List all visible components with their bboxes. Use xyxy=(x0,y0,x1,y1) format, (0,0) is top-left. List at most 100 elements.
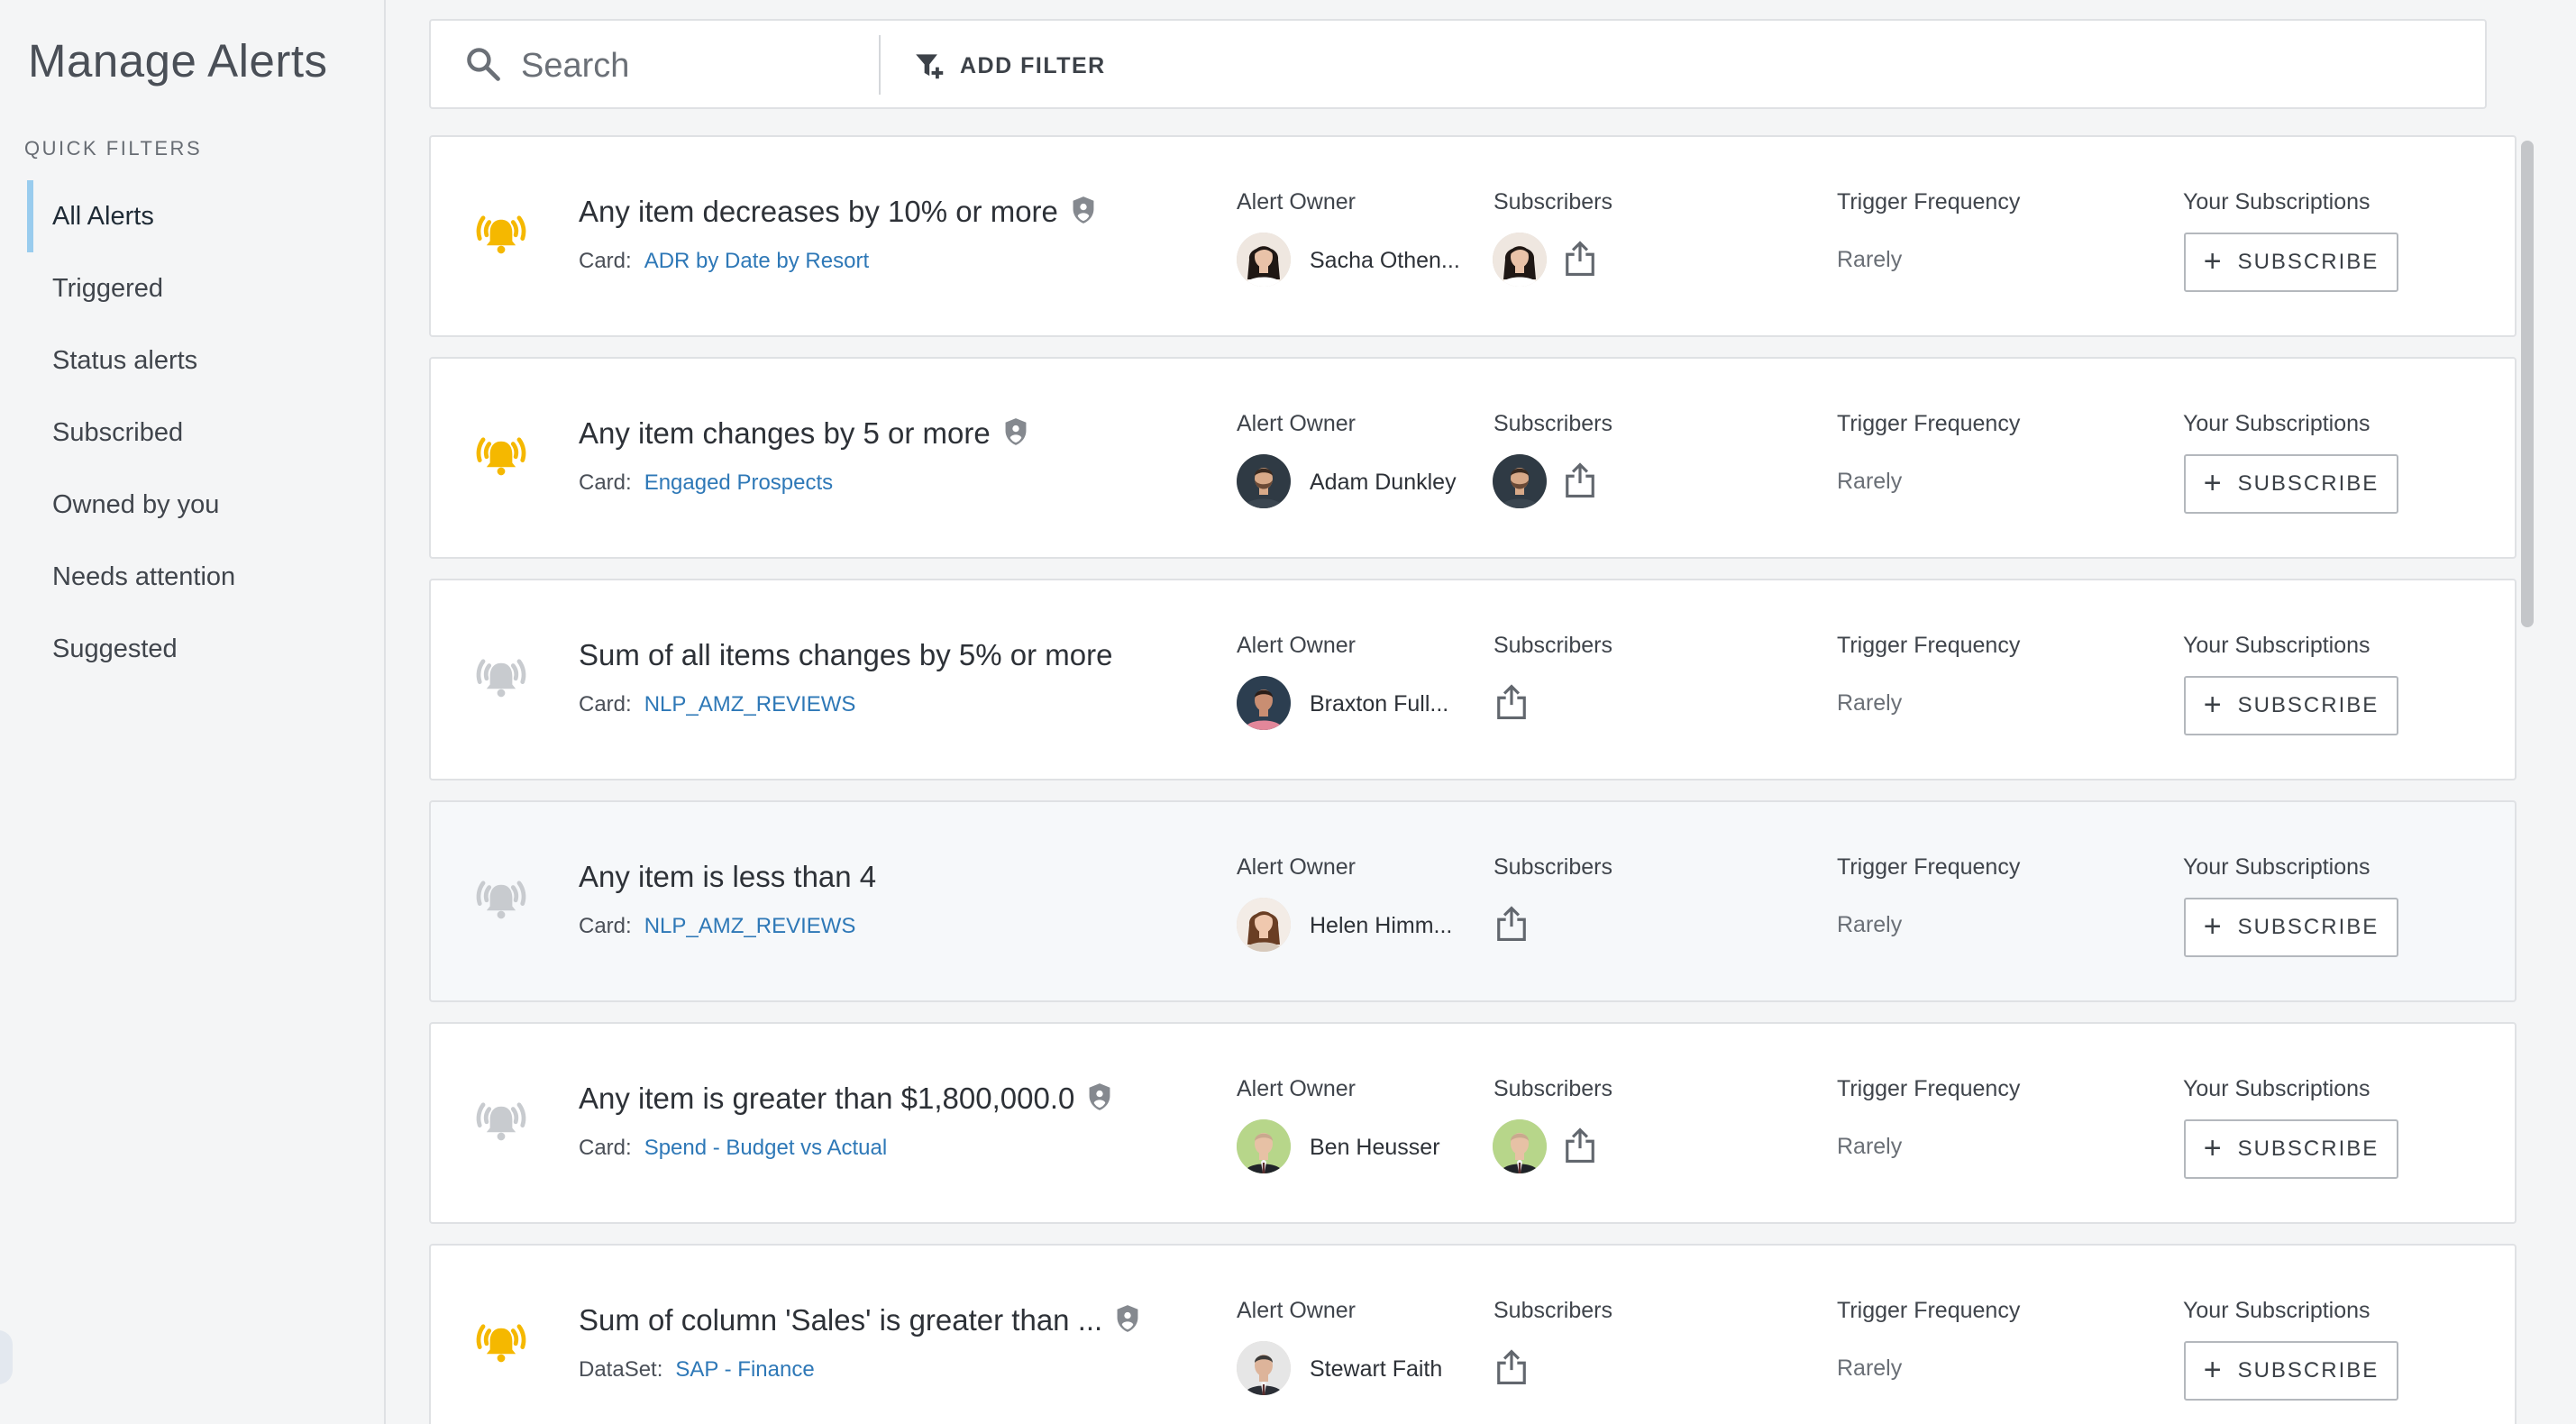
bell-active-icon xyxy=(476,215,526,254)
alert-title: Any item is less than 4 xyxy=(579,860,1156,894)
card-link[interactable]: ADR by Date by Resort xyxy=(644,249,869,273)
bell-inactive-icon xyxy=(476,1102,526,1141)
owner-avatar[interactable] xyxy=(1237,1119,1291,1173)
alert-owner-label: Alert Owner xyxy=(1237,1076,1356,1101)
source-prefix: Card: xyxy=(579,1136,632,1160)
shield-icon xyxy=(1117,1305,1138,1332)
source-prefix: Card: xyxy=(579,692,632,717)
card-link[interactable]: NLP_AMZ_REVIEWS xyxy=(644,692,856,717)
alert-owner-label: Alert Owner xyxy=(1237,633,1356,658)
subscribe-label: SUBSCRIBE xyxy=(2237,1358,2380,1383)
alert-card[interactable]: Any item is less than 4 Card: NLP_AMZ_REV… xyxy=(429,800,2517,1002)
card-source-line: Card: Spend - Budget vs Actual xyxy=(579,1136,887,1161)
shield-icon xyxy=(1005,418,1027,445)
plus-icon: + xyxy=(2203,1353,2224,1387)
owner-avatar[interactable] xyxy=(1237,1341,1291,1395)
alert-card[interactable]: Sum of column 'Sales' is greater than ..… xyxy=(429,1244,2517,1424)
quick-filters-nav: All Alerts Triggered Status alerts Subsc… xyxy=(0,180,384,685)
nav-item-needs-attention[interactable]: Needs attention xyxy=(0,541,384,613)
trigger-frequency-value: Rarely xyxy=(1837,247,1903,272)
alert-owner-label: Alert Owner xyxy=(1237,411,1356,436)
owner-avatar[interactable] xyxy=(1237,676,1291,730)
plus-icon: + xyxy=(2203,1131,2224,1165)
alert-title-text: Any item is less than 4 xyxy=(579,860,877,893)
bell-active-icon xyxy=(476,1324,526,1363)
subscriber-avatar[interactable] xyxy=(1493,1119,1547,1173)
portrait-image xyxy=(1237,233,1291,287)
alert-card[interactable]: Any item is greater than $1,800,000.0 Ca… xyxy=(429,1022,2517,1224)
share-icon[interactable] xyxy=(1563,1127,1597,1164)
card-source-line: Card: NLP_AMZ_REVIEWS xyxy=(579,914,855,939)
card-link[interactable]: NLP_AMZ_REVIEWS xyxy=(644,914,856,938)
subscribe-button[interactable]: + SUBSCRIBE xyxy=(2184,233,2398,292)
source-prefix: DataSet: xyxy=(579,1357,663,1382)
share-icon[interactable] xyxy=(1494,683,1529,721)
alert-owner-label: Alert Owner xyxy=(1237,1298,1356,1323)
scrollbar-thumb[interactable] xyxy=(2521,141,2534,627)
card-link[interactable]: Spend - Budget vs Actual xyxy=(644,1136,888,1160)
subscribe-button[interactable]: + SUBSCRIBE xyxy=(2184,1119,2398,1179)
card-source-line: DataSet: SAP - Finance xyxy=(579,1357,815,1383)
alert-title-text: Sum of all items changes by 5% or more xyxy=(579,638,1113,671)
card-link[interactable]: Engaged Prospects xyxy=(644,470,833,495)
portrait-image xyxy=(1493,233,1547,287)
subscribe-label: SUBSCRIBE xyxy=(2237,915,2380,939)
shield-icon xyxy=(1089,1083,1110,1110)
portrait-image xyxy=(1237,1341,1291,1395)
search-input[interactable] xyxy=(521,41,863,91)
subscribe-button[interactable]: + SUBSCRIBE xyxy=(2184,454,2398,514)
subscriber-avatar[interactable] xyxy=(1493,233,1547,287)
share-icon[interactable] xyxy=(1494,905,1529,943)
nav-item-subscribed[interactable]: Subscribed xyxy=(0,397,384,469)
subscribe-label: SUBSCRIBE xyxy=(2237,250,2380,274)
subscribers-label: Subscribers xyxy=(1494,1076,1612,1101)
trigger-frequency-label: Trigger Frequency xyxy=(1837,1298,2021,1323)
owner-avatar[interactable] xyxy=(1237,233,1291,287)
card-link[interactable]: SAP - Finance xyxy=(675,1357,814,1382)
trigger-frequency-value: Rarely xyxy=(1837,1356,1903,1381)
bell-active-icon xyxy=(476,437,526,476)
owner-name: Braxton Full... xyxy=(1310,691,1449,717)
alert-card[interactable]: Any item changes by 5 or more Card: Engag… xyxy=(429,357,2517,559)
source-prefix: Card: xyxy=(579,470,632,495)
trigger-frequency-label: Trigger Frequency xyxy=(1837,1076,2021,1101)
owner-name: Sacha Othen... xyxy=(1310,248,1460,273)
trigger-frequency-value: Rarely xyxy=(1837,690,1903,716)
alert-card[interactable]: Sum of all items changes by 5% or more C… xyxy=(429,579,2517,780)
subscriber-avatar[interactable] xyxy=(1493,454,1547,508)
alert-title: Any item is greater than $1,800,000.0 xyxy=(579,1082,1156,1116)
your-subscriptions-label: Your Subscriptions xyxy=(2183,1298,2370,1323)
subscribe-button[interactable]: + SUBSCRIBE xyxy=(2184,1341,2398,1401)
bell-inactive-icon xyxy=(476,881,526,919)
edge-handle[interactable] xyxy=(0,1330,13,1384)
share-icon[interactable] xyxy=(1563,240,1597,278)
search-icon xyxy=(467,48,500,81)
subscribe-button[interactable]: + SUBSCRIBE xyxy=(2184,676,2398,735)
card-source-line: Card: Engaged Prospects xyxy=(579,470,833,496)
share-icon[interactable] xyxy=(1563,461,1597,499)
subscribers-label: Subscribers xyxy=(1494,633,1612,658)
alert-title: Any item changes by 5 or more xyxy=(579,416,1156,451)
nav-item-suggested[interactable]: Suggested xyxy=(0,613,384,685)
alert-title-text: Any item is greater than $1,800,000.0 xyxy=(579,1082,1075,1115)
share-icon[interactable] xyxy=(1494,1348,1529,1386)
trigger-frequency-label: Trigger Frequency xyxy=(1837,189,2021,215)
your-subscriptions-label: Your Subscriptions xyxy=(2183,633,2370,658)
alert-card[interactable]: Any item decreases by 10% or more Card: A… xyxy=(429,135,2517,337)
nav-item-owned-by-you[interactable]: Owned by you xyxy=(0,469,384,541)
alert-title: Any item decreases by 10% or more xyxy=(579,195,1156,229)
owner-name: Ben Heusser xyxy=(1310,1135,1440,1160)
owner-avatar[interactable] xyxy=(1237,898,1291,952)
alert-title: Sum of all items changes by 5% or more xyxy=(579,638,1156,672)
subscribe-button[interactable]: + SUBSCRIBE xyxy=(2184,898,2398,957)
trigger-frequency-value: Rarely xyxy=(1837,469,1903,494)
your-subscriptions-label: Your Subscriptions xyxy=(2183,1076,2370,1101)
owner-name: Adam Dunkley xyxy=(1310,470,1457,495)
owner-avatar[interactable] xyxy=(1237,454,1291,508)
add-filter-button[interactable]: ADD FILTER xyxy=(913,44,1106,87)
nav-item-status-alerts[interactable]: Status alerts xyxy=(0,324,384,397)
subscribe-label: SUBSCRIBE xyxy=(2237,1136,2380,1161)
nav-item-triggered[interactable]: Triggered xyxy=(0,252,384,324)
manage-alerts-app: Manage Alerts QUICK FILTERS All Alerts T… xyxy=(0,0,2576,1424)
nav-item-all-alerts[interactable]: All Alerts xyxy=(0,180,384,252)
